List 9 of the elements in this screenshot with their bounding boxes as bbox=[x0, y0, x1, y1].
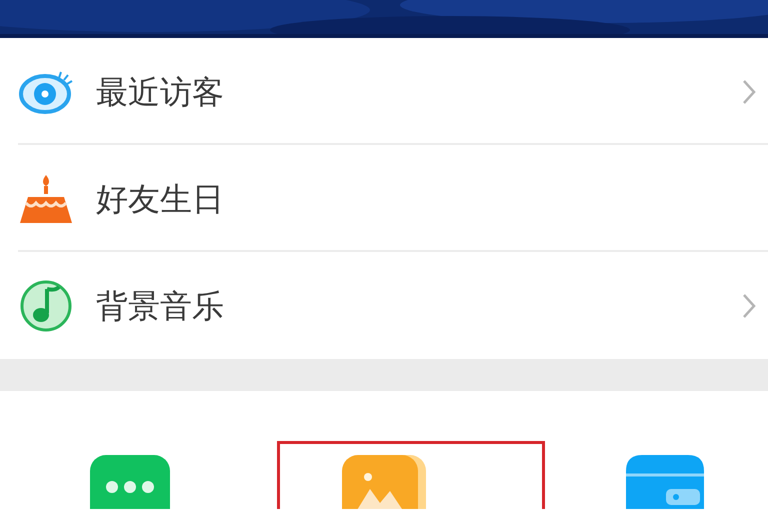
eye-icon bbox=[19, 70, 73, 114]
menu-item-label[interactable]: 背景音乐 bbox=[96, 282, 742, 330]
menu-item-label[interactable]: 好友生日 bbox=[96, 174, 756, 222]
wallet-icon[interactable] bbox=[626, 455, 706, 509]
menu-item-label[interactable]: 最近访客 bbox=[96, 68, 742, 116]
photo-album-icon[interactable] bbox=[342, 455, 426, 509]
music-note-icon bbox=[19, 278, 73, 332]
cake-icon bbox=[18, 172, 74, 224]
chat-icon[interactable] bbox=[90, 455, 172, 509]
